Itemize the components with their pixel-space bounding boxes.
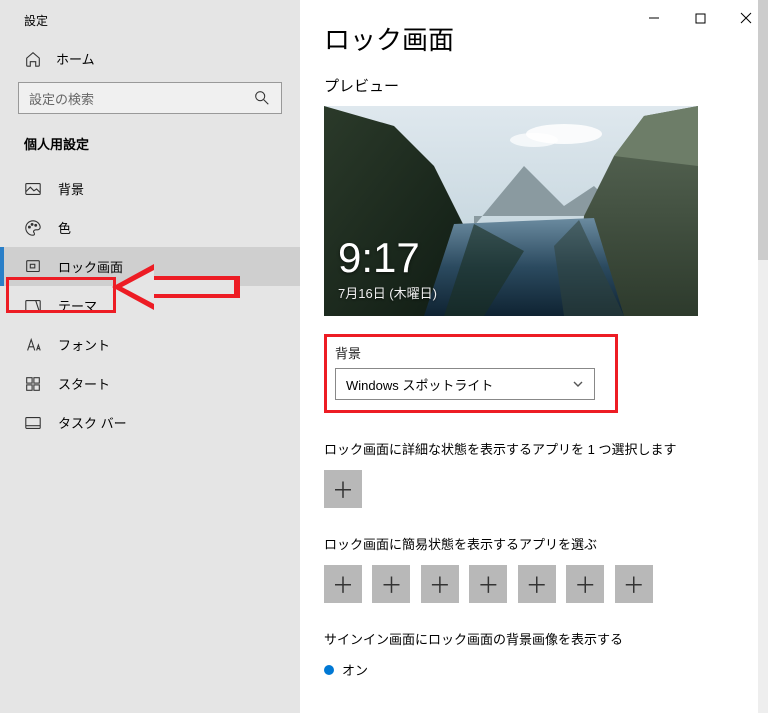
sidebar-item-taskbar[interactable]: タスク バー [0,403,300,442]
chevron-down-icon [572,378,584,390]
nav-label: 背景 [58,179,84,198]
sidebar: 設定 ホーム 設定の検索 個人用設定 背景 色 ロック画面 [0,0,300,713]
theme-icon [24,297,42,315]
detailed-apps-row: ＋ [324,470,744,508]
search-placeholder: 設定の検索 [29,89,253,108]
scrollbar[interactable] [758,0,768,713]
home-icon [24,50,42,68]
lockscreen-preview: 9:17 7月16日 (木曜日) [324,106,698,316]
font-icon [24,336,42,354]
preview-label: プレビュー [324,75,744,96]
titlebar-controls [642,6,758,30]
home-link[interactable]: ホーム [0,39,300,82]
add-quick-app-button[interactable]: ＋ [324,565,362,603]
annotation-arrow [112,258,242,316]
toggle-indicator-icon [324,665,334,675]
add-quick-app-button[interactable]: ＋ [469,565,507,603]
search-input[interactable]: 設定の検索 [18,82,282,114]
add-quick-app-button[interactable]: ＋ [566,565,604,603]
add-quick-app-button[interactable]: ＋ [372,565,410,603]
sidebar-item-background[interactable]: 背景 [0,169,300,208]
add-quick-app-button[interactable]: ＋ [615,565,653,603]
image-icon [24,180,42,198]
palette-icon [24,219,42,237]
nav-label: 色 [58,218,71,237]
home-label: ホーム [56,49,95,68]
main-content: ロック画面 プレビュー [300,0,768,713]
quick-apps-row: ＋ ＋ ＋ ＋ ＋ ＋ ＋ [324,565,744,603]
sidebar-item-colors[interactable]: 色 [0,208,300,247]
preview-date: 7月16日 (木曜日) [338,283,437,302]
maximize-button[interactable] [688,6,712,30]
toggle-state: オン [342,660,368,679]
nav-label: スタート [58,374,110,393]
annotation-highlight-dropdown: 背景 Windows スポットライト [324,334,618,413]
lockscreen-icon [24,258,42,276]
scroll-thumb[interactable] [758,0,768,260]
background-label: 背景 [335,343,607,362]
sidebar-item-start[interactable]: スタート [0,364,300,403]
taskbar-icon [24,414,42,432]
add-quick-app-button[interactable]: ＋ [421,565,459,603]
quick-apps-label: ロック画面に簡易状態を表示するアプリを選ぶ [324,534,744,553]
detailed-apps-label: ロック画面に詳細な状態を表示するアプリを 1 つ選択します [324,439,744,458]
signin-toggle[interactable]: オン [324,660,744,679]
nav-label: フォント [58,335,110,354]
add-quick-app-button[interactable]: ＋ [518,565,556,603]
signin-bg-label: サインイン画面にロック画面の背景画像を表示する [324,629,744,648]
close-button[interactable] [734,6,758,30]
start-icon [24,375,42,393]
add-detailed-app-button[interactable]: ＋ [324,470,362,508]
app-title: 設定 [0,12,300,39]
nav-label: テーマ [58,296,97,315]
nav-label: タスク バー [58,413,127,432]
minimize-button[interactable] [642,6,666,30]
search-icon [253,89,271,107]
preview-time: 9:17 [338,234,420,282]
section-header: 個人用設定 [0,128,300,169]
sidebar-item-fonts[interactable]: フォント [0,325,300,364]
dropdown-value: Windows スポットライト [346,375,493,394]
background-dropdown[interactable]: Windows スポットライト [335,368,595,400]
